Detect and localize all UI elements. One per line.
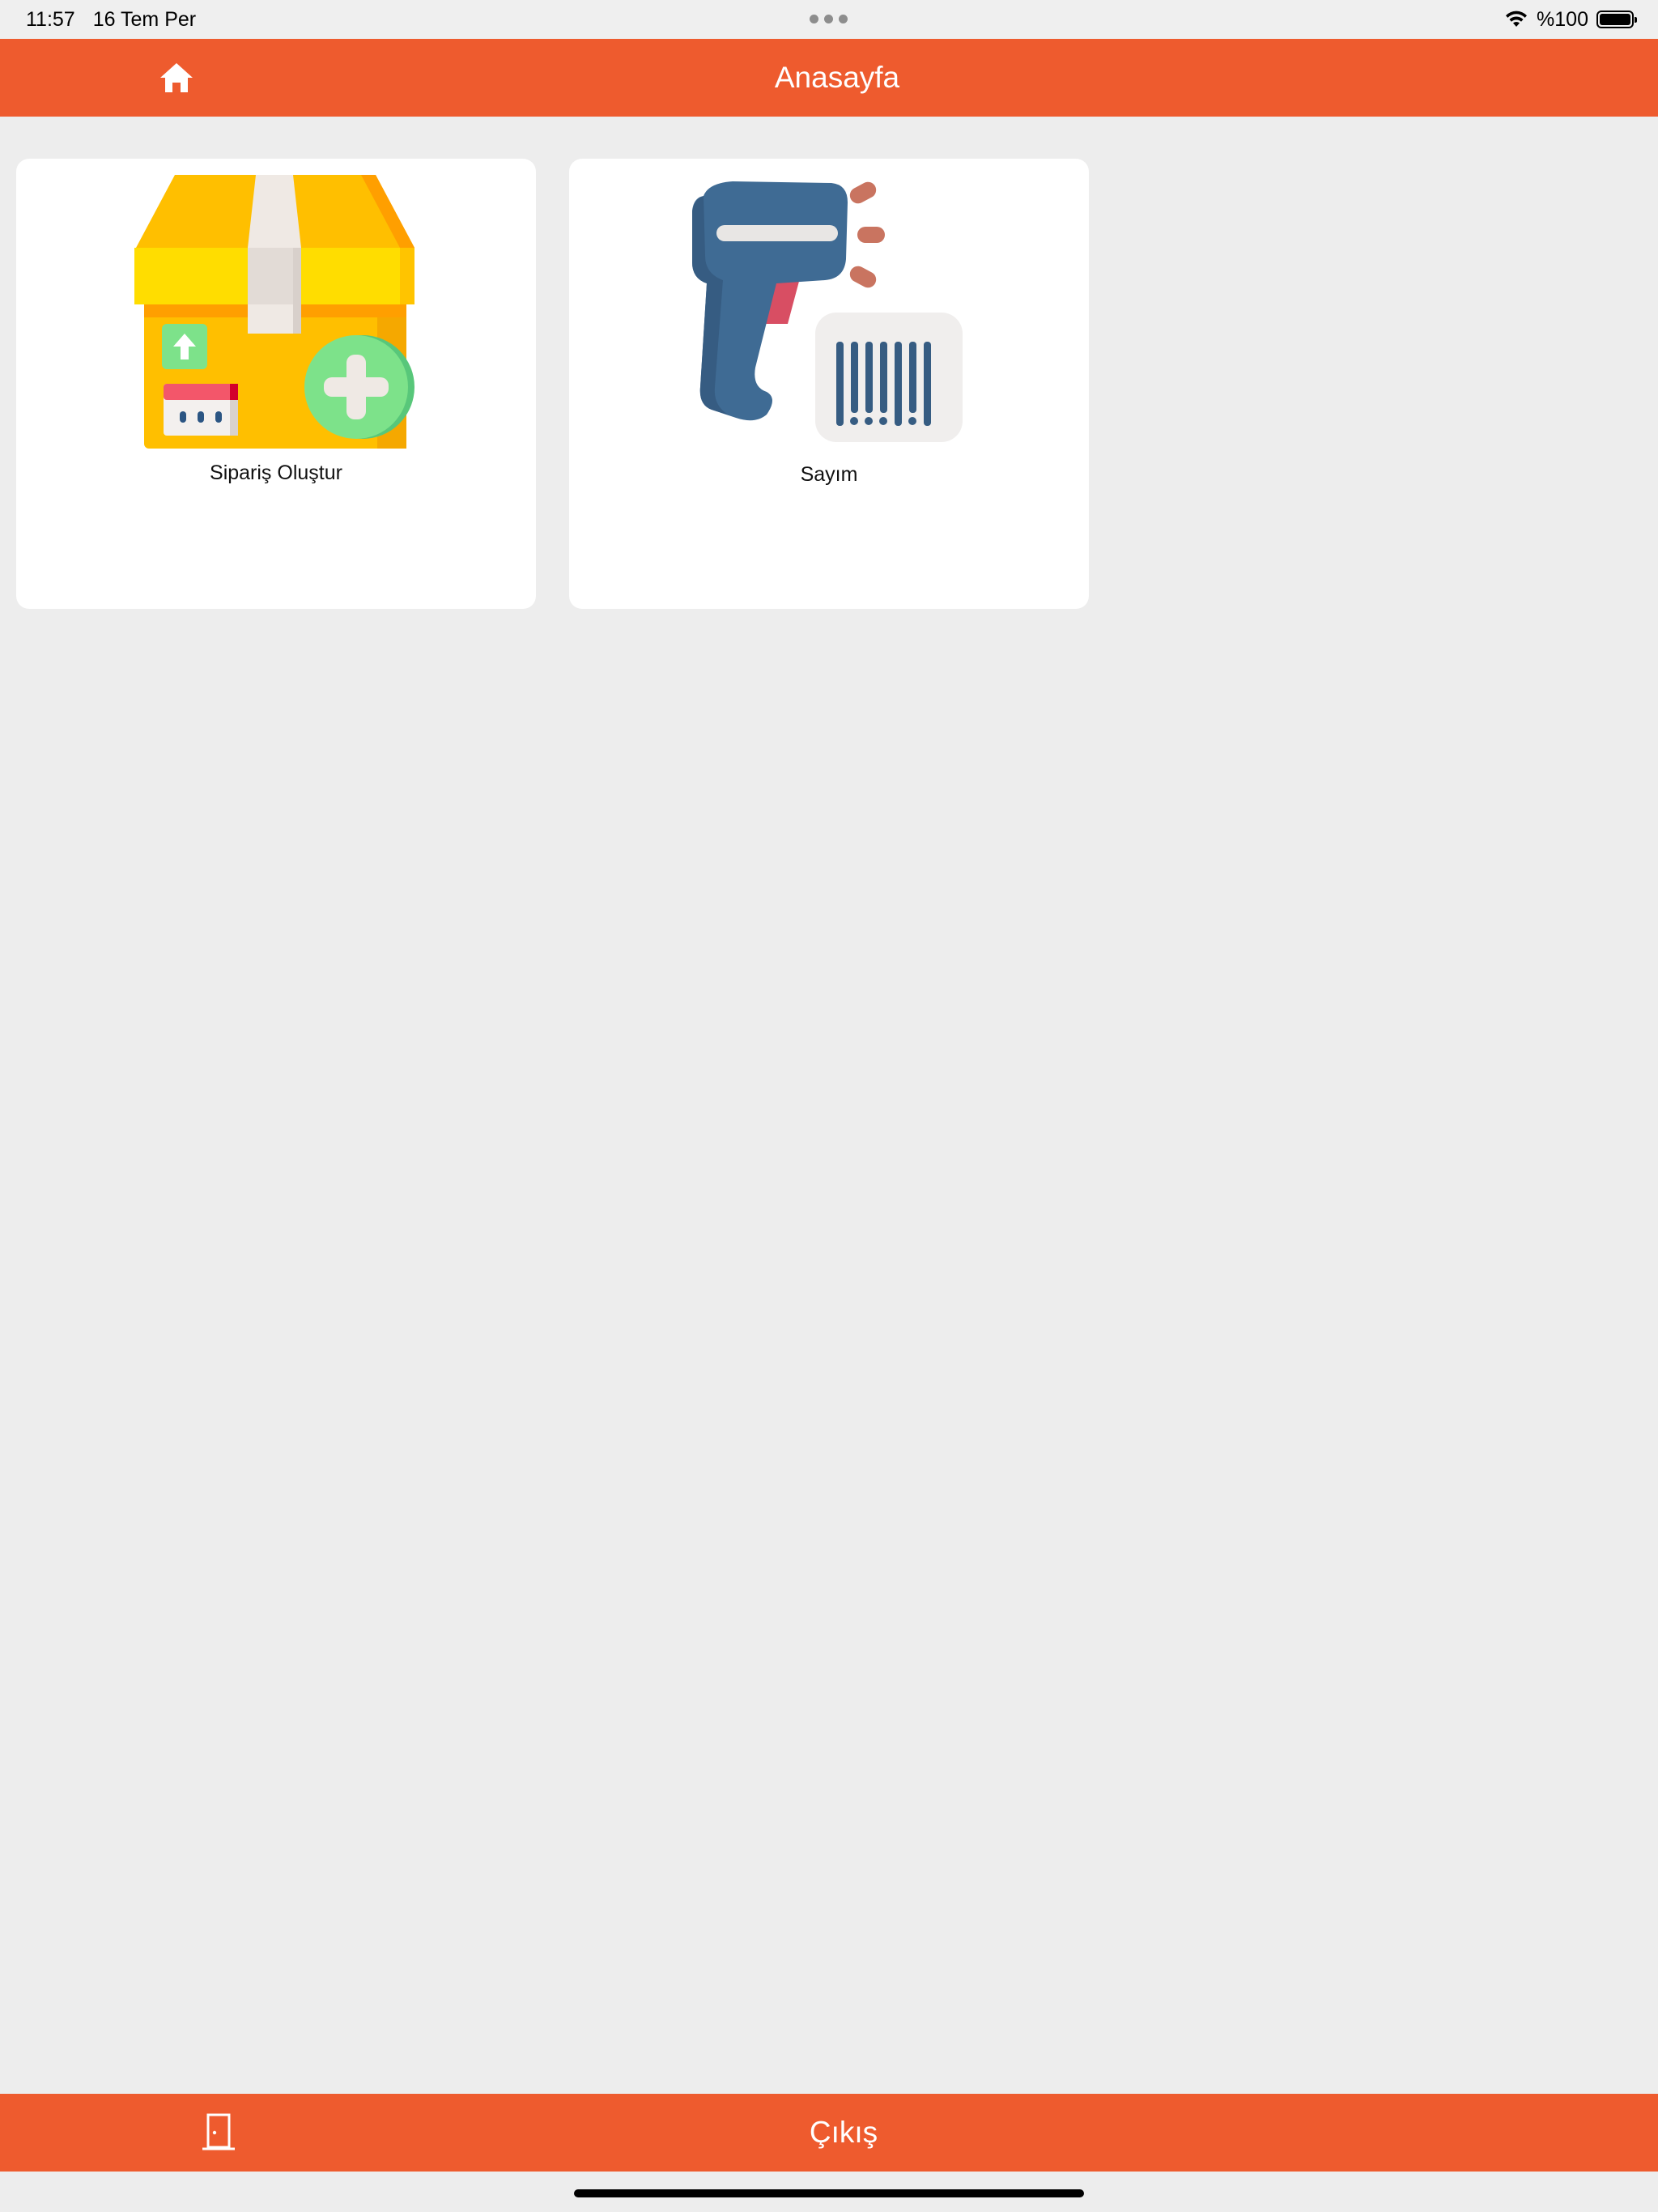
- logout-bar[interactable]: Çıkış: [0, 2094, 1658, 2172]
- card-label: Sayım: [800, 463, 858, 486]
- create-order-card[interactable]: Sipariş Oluştur: [16, 159, 536, 609]
- status-left: 11:57 16 Tem Per: [26, 6, 196, 32]
- barcode-scanner-icon: [692, 181, 963, 442]
- multitasking-dots-icon[interactable]: [810, 15, 848, 23]
- status-date: 16 Tem Per: [92, 8, 197, 31]
- count-card[interactable]: Sayım: [569, 159, 1089, 609]
- battery-percentage: %100: [1537, 8, 1588, 31]
- card-label: Sipariş Oluştur: [210, 462, 342, 484]
- app-header: Anasayfa: [0, 39, 1658, 117]
- logout-label: Çıkış: [809, 2116, 878, 2149]
- page-title: Anasayfa: [774, 61, 900, 94]
- home-indicator[interactable]: [574, 2189, 1084, 2197]
- status-bar: 11:57 16 Tem Per %100: [0, 0, 1658, 39]
- status-right: %100: [1504, 6, 1637, 32]
- status-time: 11:57: [26, 8, 75, 31]
- create-order-box-icon: [134, 175, 414, 449]
- battery-icon: [1596, 11, 1637, 28]
- wifi-icon: [1506, 11, 1528, 27]
